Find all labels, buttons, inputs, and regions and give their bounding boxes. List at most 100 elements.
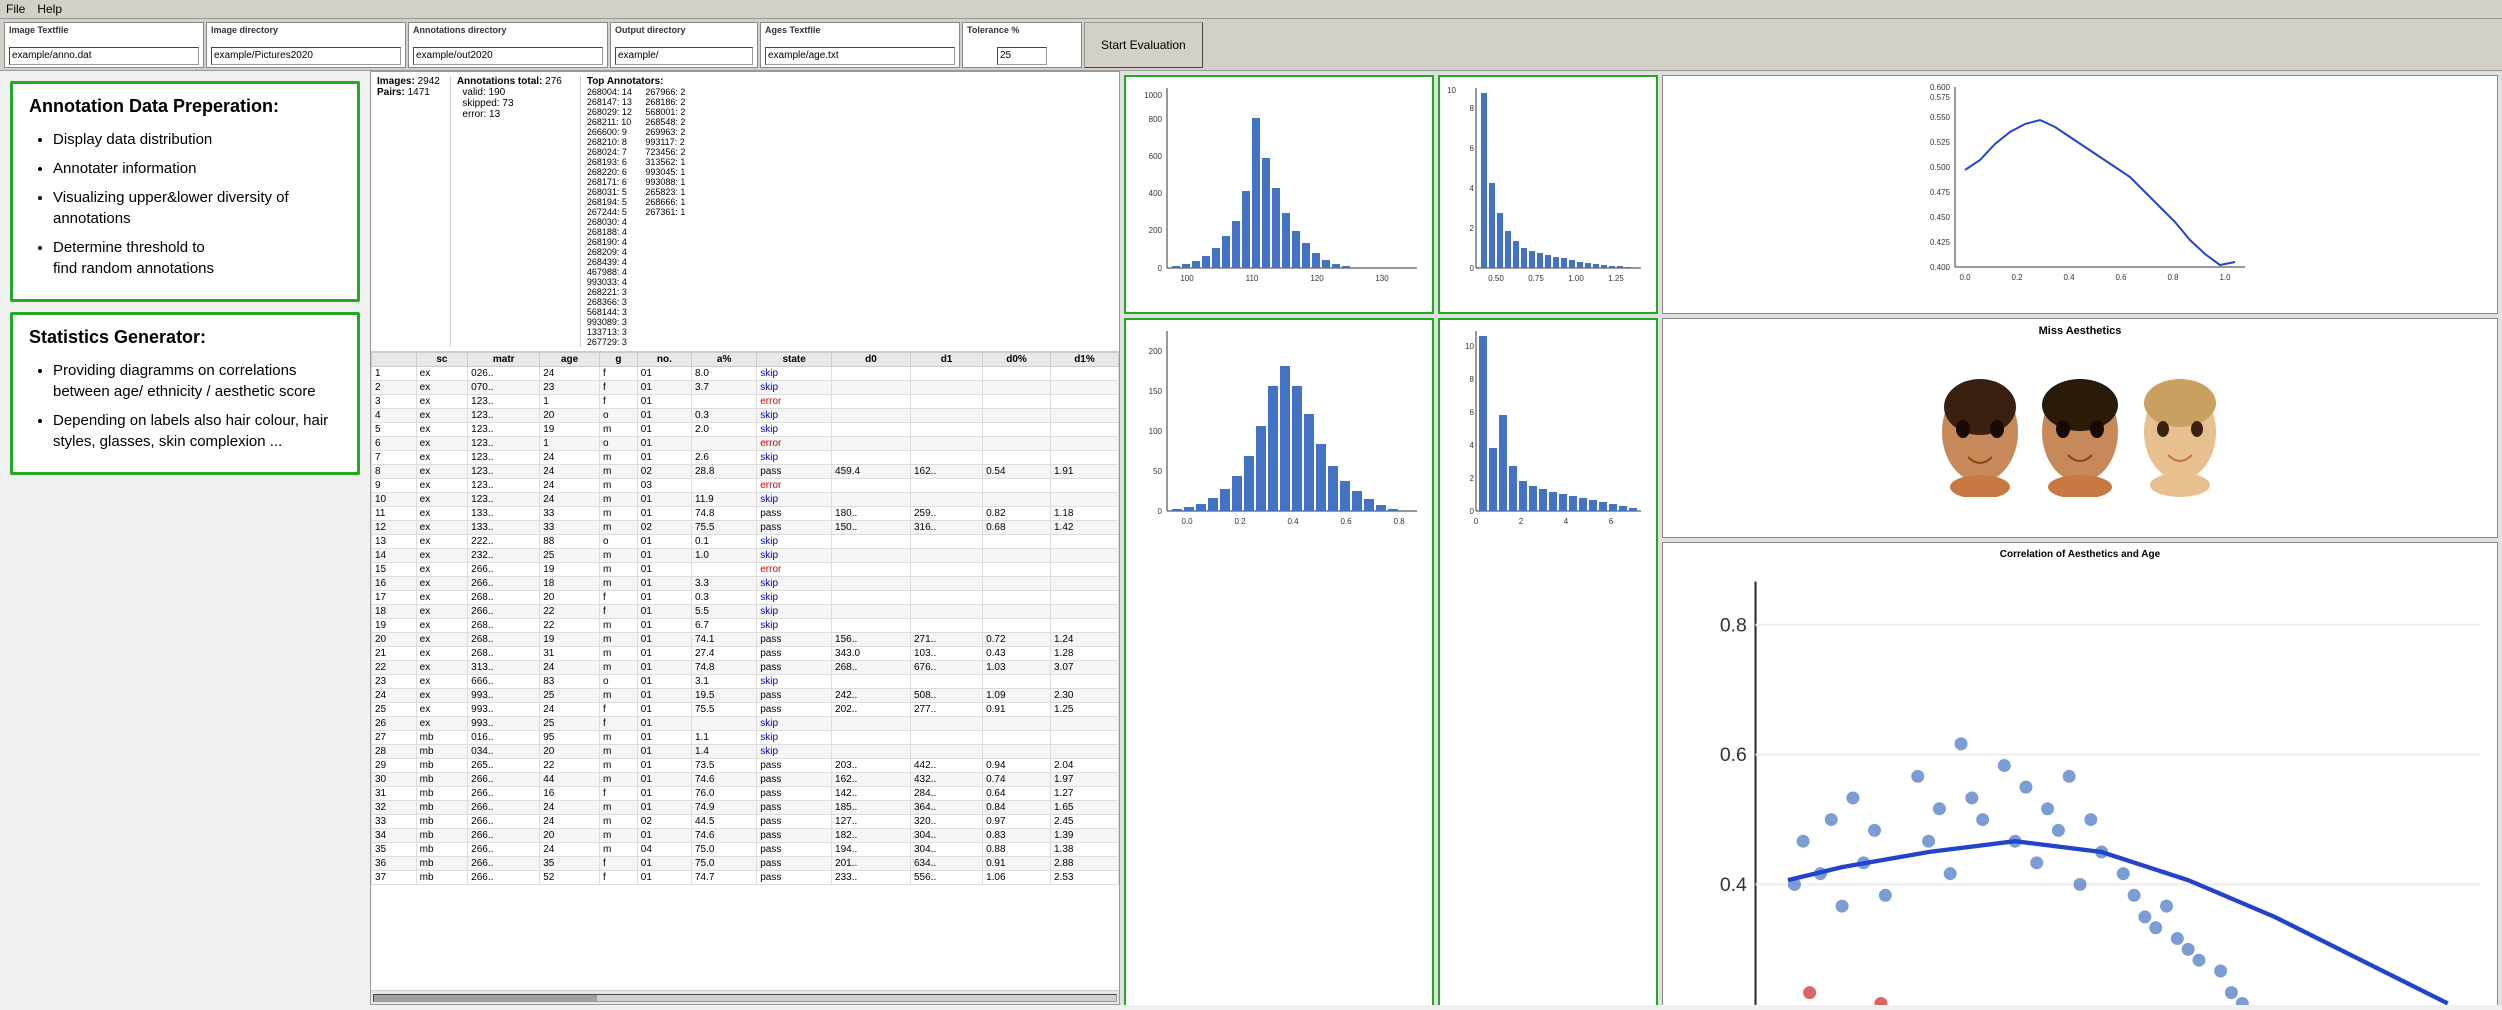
annotator-269963: 269963: 2 xyxy=(645,127,700,137)
face-3 xyxy=(2135,377,2225,497)
table-row: 3ex123..1f01error xyxy=(372,395,1119,409)
svg-text:6: 6 xyxy=(1609,517,1614,526)
histogram-2-box: 0 2 4 6 8 10 0.50 0.75 1.00 1.25 xyxy=(1438,75,1658,314)
svg-text:0.0: 0.0 xyxy=(1181,517,1193,526)
svg-text:600: 600 xyxy=(1149,152,1163,161)
table-row: 15ex266..19m01error xyxy=(372,563,1119,577)
face-1 xyxy=(1935,377,2025,497)
svg-text:6: 6 xyxy=(1470,144,1475,153)
col-state: state xyxy=(757,353,832,367)
annotator-268210: 268210: 8 xyxy=(587,137,642,147)
table-row: 28mb034..20m011.4skip xyxy=(372,745,1119,759)
svg-text:6: 6 xyxy=(1470,408,1475,417)
faces-title: Miss Aesthetics xyxy=(2039,325,2122,337)
table-row: 23ex666..83o013.1skip xyxy=(372,675,1119,689)
svg-text:4: 4 xyxy=(1470,184,1475,193)
image-directory-label: Image directory xyxy=(211,25,278,35)
annotator-313562: 313562: 1 xyxy=(645,157,700,167)
svg-text:130: 130 xyxy=(1375,274,1389,283)
statistics-list: Providing diagramms on correlations betw… xyxy=(29,360,341,452)
table-row: 31mb266..16f0176.0pass142..284..0.641.27 xyxy=(372,787,1119,801)
histogram-1-chart: 0 200 400 600 800 1000 100 110 120 130 xyxy=(1132,83,1422,303)
annotator-267729: 267729: 3 xyxy=(587,337,642,347)
image-directory-input[interactable] xyxy=(211,47,401,65)
menu-file[interactable]: File xyxy=(6,2,25,16)
svg-text:0.575: 0.575 xyxy=(1930,93,1951,102)
svg-text:150: 150 xyxy=(1149,387,1163,396)
histogram-4-chart: 0 2 4 6 8 10 0 2 4 6 xyxy=(1446,326,1646,546)
svg-text:2: 2 xyxy=(1470,224,1475,233)
anno-skipped: skipped: 73 xyxy=(457,98,570,109)
table-row: 33mb266..24m0244.5pass127..320..0.972.45 xyxy=(372,815,1119,829)
annotator-568144: 568144: 3 xyxy=(587,307,642,317)
faces-box: Miss Aesthetics xyxy=(1662,318,2498,538)
svg-text:0.4: 0.4 xyxy=(1720,874,1747,896)
start-evaluation-button[interactable]: Start Evaluation xyxy=(1084,22,1203,68)
annotator-993089: 993089: 3 xyxy=(587,317,642,327)
svg-text:1000: 1000 xyxy=(1144,91,1162,100)
table-scrollbar[interactable] xyxy=(371,990,1119,1004)
svg-text:0.6: 0.6 xyxy=(2115,273,2127,282)
svg-text:8: 8 xyxy=(1470,104,1475,113)
statistics-info-box: Statistics Generator: Providing diagramm… xyxy=(10,312,360,475)
annotator-268030: 268030: 4 xyxy=(587,217,642,227)
annotator-267966: 267966: 2 xyxy=(645,87,700,97)
table-row: 30mb266..44m0174.6pass162..432..0.741.97 xyxy=(372,773,1119,787)
table-row: 18ex266..22f015.5skip xyxy=(372,605,1119,619)
svg-text:0.6: 0.6 xyxy=(1340,517,1352,526)
annotator-268666: 268666: 1 xyxy=(645,197,700,207)
svg-text:100: 100 xyxy=(1149,427,1163,436)
tolerance-label: Tolerance % xyxy=(967,25,1019,35)
svg-text:0.75: 0.75 xyxy=(1528,274,1544,283)
table-row: 17ex268..20f010.3skip xyxy=(372,591,1119,605)
col-d0pct: d0% xyxy=(983,353,1051,367)
annotator-268029: 268029: 12 xyxy=(587,107,642,117)
col-d0: d0 xyxy=(832,353,911,367)
annotator-268024: 268024: 7 xyxy=(587,147,642,157)
tolerance-input[interactable] xyxy=(997,47,1047,65)
annotator-268171: 268171: 6 xyxy=(587,177,642,187)
output-directory-input[interactable] xyxy=(615,47,753,65)
image-textfile-group: Image Textfile xyxy=(4,22,204,68)
image-textfile-input[interactable] xyxy=(9,47,199,65)
svg-text:0.4: 0.4 xyxy=(1287,517,1299,526)
table-row: 12ex133..33m0275.5pass150..316..0.681.42 xyxy=(372,521,1119,535)
ages-textfile-label: Ages Textfile xyxy=(765,25,820,35)
data-table-container[interactable]: sc matr age g no. a% state d0 d1 d0% d1%… xyxy=(371,352,1119,990)
svg-text:0.2: 0.2 xyxy=(2011,273,2023,282)
table-row: 5ex123..19m012.0skip xyxy=(372,423,1119,437)
statistics-title: Statistics Generator: xyxy=(29,327,341,348)
annotator-268031: 268031: 5 xyxy=(587,187,642,197)
menu-help[interactable]: Help xyxy=(37,2,62,16)
data-table: sc matr age g no. a% state d0 d1 d0% d1%… xyxy=(371,352,1119,885)
annotations-directory-input[interactable] xyxy=(413,47,603,65)
svg-text:0.8: 0.8 xyxy=(2167,273,2179,282)
svg-text:0.450: 0.450 xyxy=(1930,213,1951,222)
svg-text:0.8: 0.8 xyxy=(1393,517,1405,526)
line-chart: 0.400 0.425 0.450 0.475 0.500 0.525 0.55… xyxy=(1669,82,2491,302)
table-row: 21ex268..31m0127.4pass343.0103..0.431.28 xyxy=(372,647,1119,661)
scatter-chart: 0.0 0.2 0.4 0.6 0.8 10 20 30 40 50 xyxy=(1669,560,2491,1005)
annotator-267361: 267361: 1 xyxy=(645,207,700,217)
pairs-stat: Pairs: 1471 xyxy=(377,87,440,98)
annotator-268004: 268004: 14 xyxy=(587,87,642,97)
table-row: 13ex222..88o010.1skip xyxy=(372,535,1119,549)
charts-bottom-row: 0 50 100 150 200 0.0 0.2 0.4 0.6 0.8 xyxy=(1124,318,2498,1005)
annotator-268209: 268209: 4 xyxy=(587,247,642,257)
ages-textfile-input[interactable] xyxy=(765,47,955,65)
svg-text:0.0: 0.0 xyxy=(1959,273,1971,282)
table-row: 4ex123..20o010.3skip xyxy=(372,409,1119,423)
table-row: 16ex266..18m013.3skip xyxy=(372,577,1119,591)
annotations-directory-group: Annotations directory xyxy=(408,22,608,68)
svg-text:0: 0 xyxy=(1470,507,1475,516)
svg-text:0.500: 0.500 xyxy=(1930,163,1951,172)
bottom-right-section: Miss Aesthetics xyxy=(1662,318,2498,1005)
table-row: 29mb265..22m0173.5pass203..442..0.942.04 xyxy=(372,759,1119,773)
svg-text:0.525: 0.525 xyxy=(1930,138,1951,147)
histogram-2-chart: 0 2 4 6 8 10 0.50 0.75 1.00 1.25 xyxy=(1446,83,1646,303)
annotation-item-2: Annotater information xyxy=(53,158,341,179)
annotator-268190: 268190: 4 xyxy=(587,237,642,247)
output-directory-label: Output directory xyxy=(615,25,686,35)
annotator-267244: 267244: 5 xyxy=(587,207,642,217)
table-row: 8ex123..24m0228.8pass459.4162..0.541.91 xyxy=(372,465,1119,479)
